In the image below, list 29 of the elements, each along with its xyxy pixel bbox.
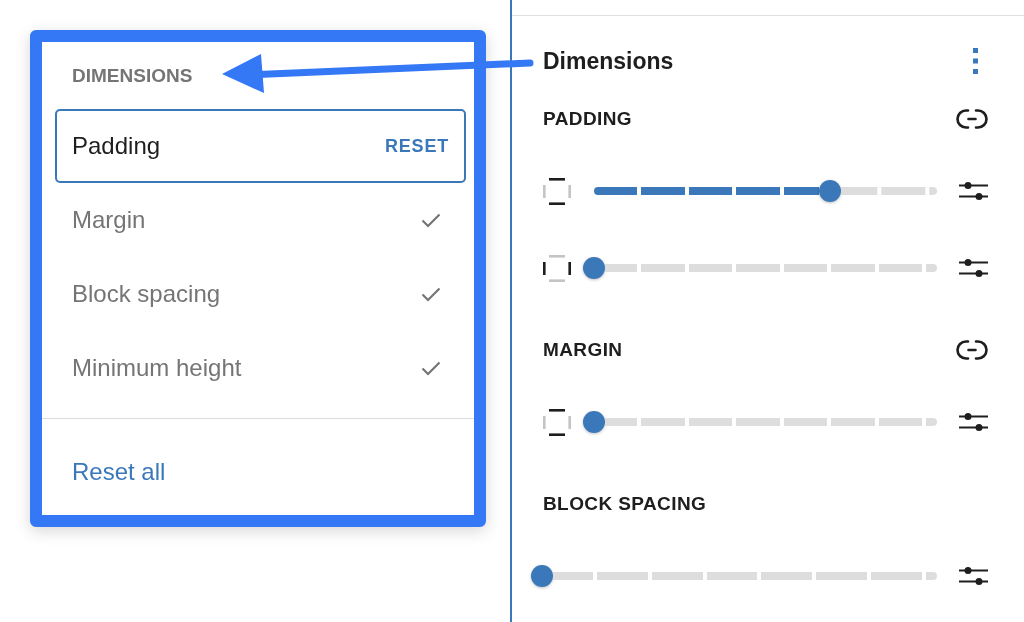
settings-icon[interactable] — [959, 566, 988, 586]
settings-icon[interactable] — [959, 181, 988, 201]
settings-icon[interactable] — [959, 258, 988, 278]
unlink-icon[interactable] — [956, 339, 988, 361]
slider-thumb[interactable] — [583, 257, 605, 279]
slider-thumb[interactable] — [818, 180, 841, 202]
section-label: BLOCK SPACING — [543, 493, 707, 515]
slider-thumb[interactable] — [531, 565, 553, 587]
slider-track[interactable] — [605, 264, 937, 272]
settings-icon[interactable] — [959, 412, 988, 432]
menu-item[interactable]: Minimum height — [55, 331, 466, 405]
menu-heading: DIMENSIONS — [72, 66, 193, 86]
menu-item[interactable]: Block spacing — [55, 257, 466, 331]
unlink-icon[interactable] — [956, 108, 988, 130]
slider-track[interactable] — [605, 418, 937, 426]
box-sides-icon — [543, 254, 571, 282]
slider-track[interactable] — [840, 187, 937, 195]
box-sides-icon — [543, 177, 571, 205]
section-label: MARGIN — [543, 339, 623, 361]
more-options-icon[interactable] — [973, 48, 978, 74]
slider-track[interactable] — [553, 572, 937, 580]
slider-thumb[interactable] — [583, 411, 605, 433]
box-sides-icon — [543, 408, 571, 436]
menu-item[interactable]: Margin — [55, 183, 466, 257]
panel-title: Dimensions — [543, 47, 674, 75]
reset-button[interactable]: RESET — [385, 135, 449, 157]
menu-item[interactable]: Padding RESET — [55, 109, 466, 183]
reset-all-button[interactable]: Reset all — [72, 457, 166, 487]
section-label: PADDING — [543, 108, 632, 130]
